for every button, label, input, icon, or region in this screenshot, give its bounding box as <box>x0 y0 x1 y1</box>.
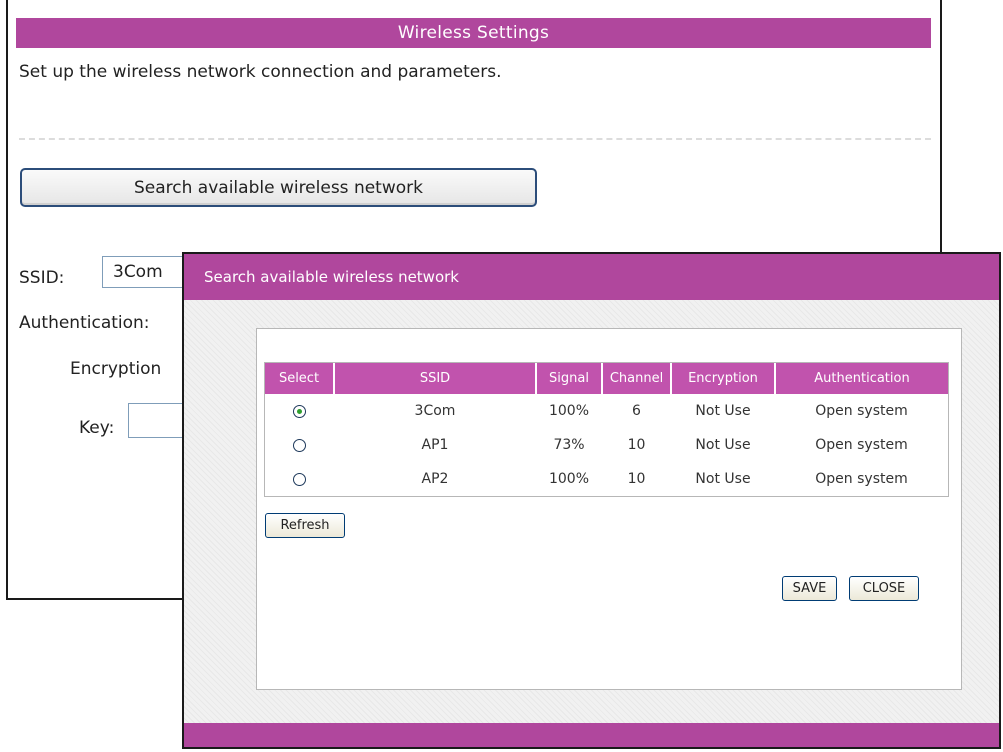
ssid-cell: AP2 <box>421 471 449 487</box>
table-row[interactable]: AP2 100% 10 Not Use Open system <box>265 462 948 496</box>
table-header-row: Select SSID Signal Channel Encryption Au… <box>265 363 948 394</box>
settings-description: Set up the wireless network connection a… <box>19 62 502 82</box>
dialog-title: Search available wireless network <box>204 268 459 286</box>
close-button[interactable]: CLOSE <box>849 576 919 601</box>
radio-button[interactable] <box>293 472 306 486</box>
dialog-footer-bar <box>184 723 999 747</box>
page-title: Wireless Settings <box>397 23 550 43</box>
encryption-cell: Not Use <box>695 471 751 487</box>
search-networks-dialog: Search available wireless network Select… <box>182 252 1001 749</box>
select-cell <box>265 394 334 428</box>
select-cell <box>265 428 334 462</box>
key-label: Key: <box>79 418 115 438</box>
channel-cell: 10 <box>627 437 646 453</box>
network-table: Select SSID Signal Channel Encryption Au… <box>264 362 949 497</box>
authentication-cell: Open system <box>815 471 908 487</box>
column-header-channel: Channel <box>601 363 671 394</box>
signal-cell: 73% <box>553 437 585 453</box>
column-header-ssid: SSID <box>333 363 536 394</box>
channel-cell: 6 <box>632 403 641 419</box>
refresh-button[interactable]: Refresh <box>265 513 345 538</box>
save-button[interactable]: SAVE <box>782 576 837 601</box>
select-cell <box>265 462 334 496</box>
wireless-settings-header: Wireless Settings <box>16 18 931 48</box>
signal-cell: 100% <box>548 471 590 487</box>
encryption-cell: Not Use <box>695 437 751 453</box>
channel-cell: 10 <box>627 471 646 487</box>
encryption-label: Encryption <box>70 359 162 379</box>
authentication-cell: Open system <box>815 437 908 453</box>
radio-button-selected[interactable] <box>293 404 306 418</box>
ssid-input[interactable] <box>102 256 192 288</box>
divider <box>19 138 931 140</box>
signal-cell: 100% <box>548 403 590 419</box>
ssid-label: SSID: <box>19 268 65 288</box>
authentication-cell: Open system <box>815 403 908 419</box>
search-networks-button[interactable]: Search available wireless network <box>20 168 537 207</box>
column-header-encryption: Encryption <box>670 363 775 394</box>
column-header-signal: Signal <box>535 363 602 394</box>
dialog-title-bar: Search available wireless network <box>184 254 999 300</box>
authentication-label: Authentication: <box>19 313 150 333</box>
network-list-container: Select SSID Signal Channel Encryption Au… <box>256 328 962 690</box>
table-row[interactable]: AP1 73% 10 Not Use Open system <box>265 428 948 462</box>
encryption-cell: Not Use <box>695 403 751 419</box>
ssid-cell: AP1 <box>421 437 449 453</box>
radio-button[interactable] <box>293 438 306 452</box>
ssid-cell: 3Com <box>414 403 456 419</box>
table-row[interactable]: 3Com 100% 6 Not Use Open system <box>265 394 948 428</box>
column-header-authentication: Authentication <box>774 363 948 394</box>
column-header-select: Select <box>265 363 334 394</box>
